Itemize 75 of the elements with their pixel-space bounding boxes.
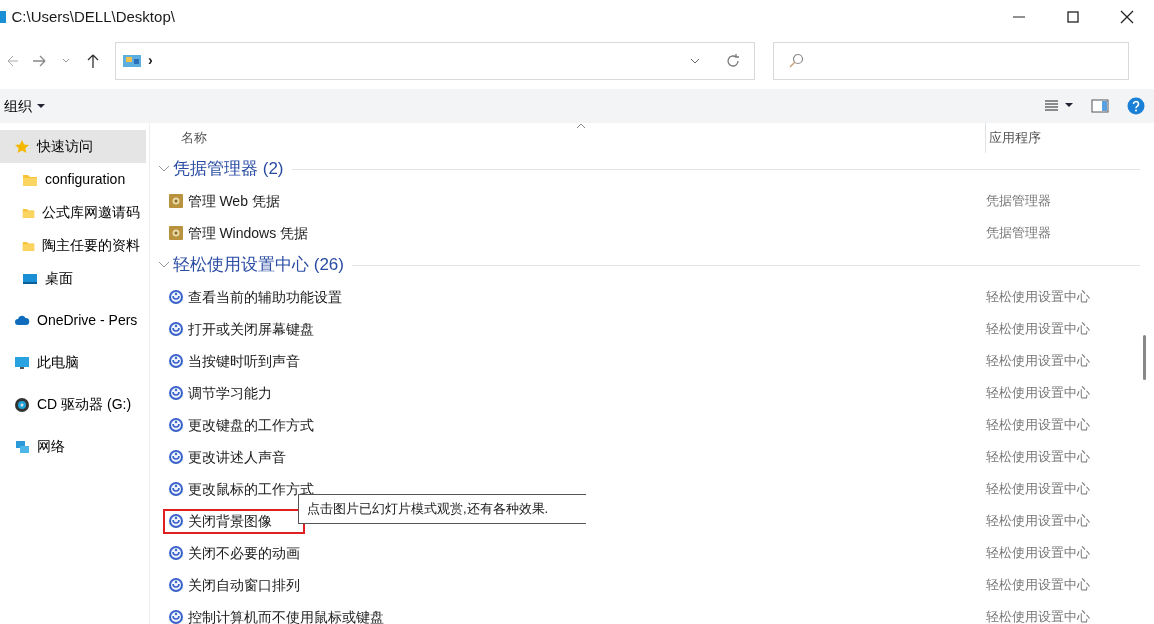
vault-icon — [168, 193, 184, 209]
app-icon — [0, 10, 8, 24]
search-icon — [788, 52, 804, 69]
help-icon[interactable] — [1126, 97, 1145, 115]
app-name-text: 轻松使用设置中心 — [986, 448, 1091, 467]
list-item[interactable]: 管理 Windows 凭据 — [164, 222, 312, 244]
app-name-text: 轻松使用设置中心 — [986, 320, 1091, 339]
group-header[interactable]: 轻松使用设置中心 (26) — [173, 252, 344, 278]
sidebar-item[interactable]: 桌面 — [0, 262, 146, 295]
sort-icon — [575, 123, 586, 129]
list-item[interactable]: 调节学习能力 — [164, 382, 275, 404]
up-icon — [85, 52, 101, 69]
address-field[interactable]: › — [115, 41, 755, 80]
list-item[interactable]: 关闭自动窗口排列 — [164, 574, 303, 596]
list-item[interactable]: 打开或关闭屏幕键盘 — [164, 318, 317, 340]
accessibility-icon — [168, 513, 184, 529]
app-name-text: 轻松使用设置中心 — [986, 608, 1091, 624]
sidebar-item[interactable]: 陶主任要的资料 — [0, 229, 146, 262]
chevron-icon[interactable] — [157, 260, 170, 270]
sidebar-item[interactable]: configuration — [0, 163, 146, 196]
list-item[interactable]: 关闭不必要的动画 — [164, 542, 303, 564]
view-menu-icon[interactable] — [1044, 100, 1075, 112]
sidebar-item[interactable]: 此电脑 — [0, 346, 146, 379]
accessibility-icon — [168, 353, 184, 369]
app-name-text: 轻松使用设置中心 — [986, 288, 1091, 307]
tooltip: 点击图片已幻灯片模式观赏,还有各种效果. — [298, 494, 586, 524]
group-header[interactable]: 凭据管理器 (2) — [173, 156, 284, 182]
close-icon — [1118, 9, 1136, 25]
accessibility-icon — [168, 449, 184, 465]
search-field[interactable] — [773, 41, 1129, 80]
accessibility-icon — [168, 577, 184, 593]
app-name-text: 轻松使用设置中心 — [986, 384, 1091, 403]
sidebar-item[interactable]: OneDrive - Pers — [0, 304, 146, 337]
list-item[interactable]: 更改键盘的工作方式 — [164, 414, 317, 436]
preview-pane-icon[interactable] — [1090, 99, 1109, 113]
app-name-text: 轻松使用设置中心 — [986, 480, 1091, 499]
scrollbar-thumb[interactable] — [1143, 335, 1146, 380]
minimize-icon — [1013, 16, 1025, 18]
column-header[interactable]: 名称 — [180, 128, 981, 148]
control-panel-icon — [123, 53, 141, 68]
disc-icon — [14, 396, 30, 413]
list-item[interactable]: 更改讲述人声音 — [164, 446, 289, 468]
sidebar-item[interactable]: CD 驱动器 (G:) — [0, 388, 146, 421]
list-item[interactable]: 查看当前的辅助功能设置 — [164, 286, 345, 308]
chevron-icon[interactable] — [157, 164, 170, 174]
recent-icon — [62, 58, 70, 63]
app-name-text: 轻松使用设置中心 — [986, 576, 1091, 595]
app-name-text: 凭据管理器 — [986, 192, 1052, 211]
app-name-text: 轻松使用设置中心 — [986, 512, 1091, 531]
accessibility-icon — [168, 609, 184, 624]
sidebar-item[interactable]: 快速访问 — [0, 130, 146, 163]
address-separator: › — [148, 51, 154, 70]
accessibility-icon — [168, 545, 184, 561]
app-name-text: 轻松使用设置中心 — [986, 352, 1091, 371]
app-name-text: 凭据管理器 — [986, 224, 1052, 243]
app-name-text: 轻松使用设置中心 — [986, 544, 1091, 563]
accessibility-icon — [168, 385, 184, 401]
list-item[interactable]: 管理 Web 凭据 — [164, 190, 284, 212]
sidebar-item[interactable]: 公式库网邀请码 — [0, 196, 146, 229]
network-icon — [14, 438, 30, 455]
accessibility-icon — [168, 417, 184, 433]
window-title: C:\Users\DELL\Desktop\ — [11, 6, 176, 27]
column-header[interactable]: 应用程序 — [984, 123, 1041, 153]
sidebar-item[interactable]: 网络 — [0, 430, 146, 463]
app-name-text: 轻松使用设置中心 — [986, 416, 1091, 435]
accessibility-icon — [168, 289, 184, 305]
monitor-icon — [14, 354, 30, 371]
maximize-icon — [1064, 9, 1082, 25]
star-icon — [14, 138, 30, 155]
refresh-icon[interactable] — [725, 52, 741, 69]
accessibility-icon — [168, 481, 184, 497]
list-item[interactable]: 当按键时听到声音 — [164, 350, 303, 372]
list-item[interactable]: 控制计算机而不使用鼠标或键盘 — [164, 606, 387, 624]
accessibility-icon — [168, 321, 184, 337]
vault-icon — [168, 225, 184, 241]
